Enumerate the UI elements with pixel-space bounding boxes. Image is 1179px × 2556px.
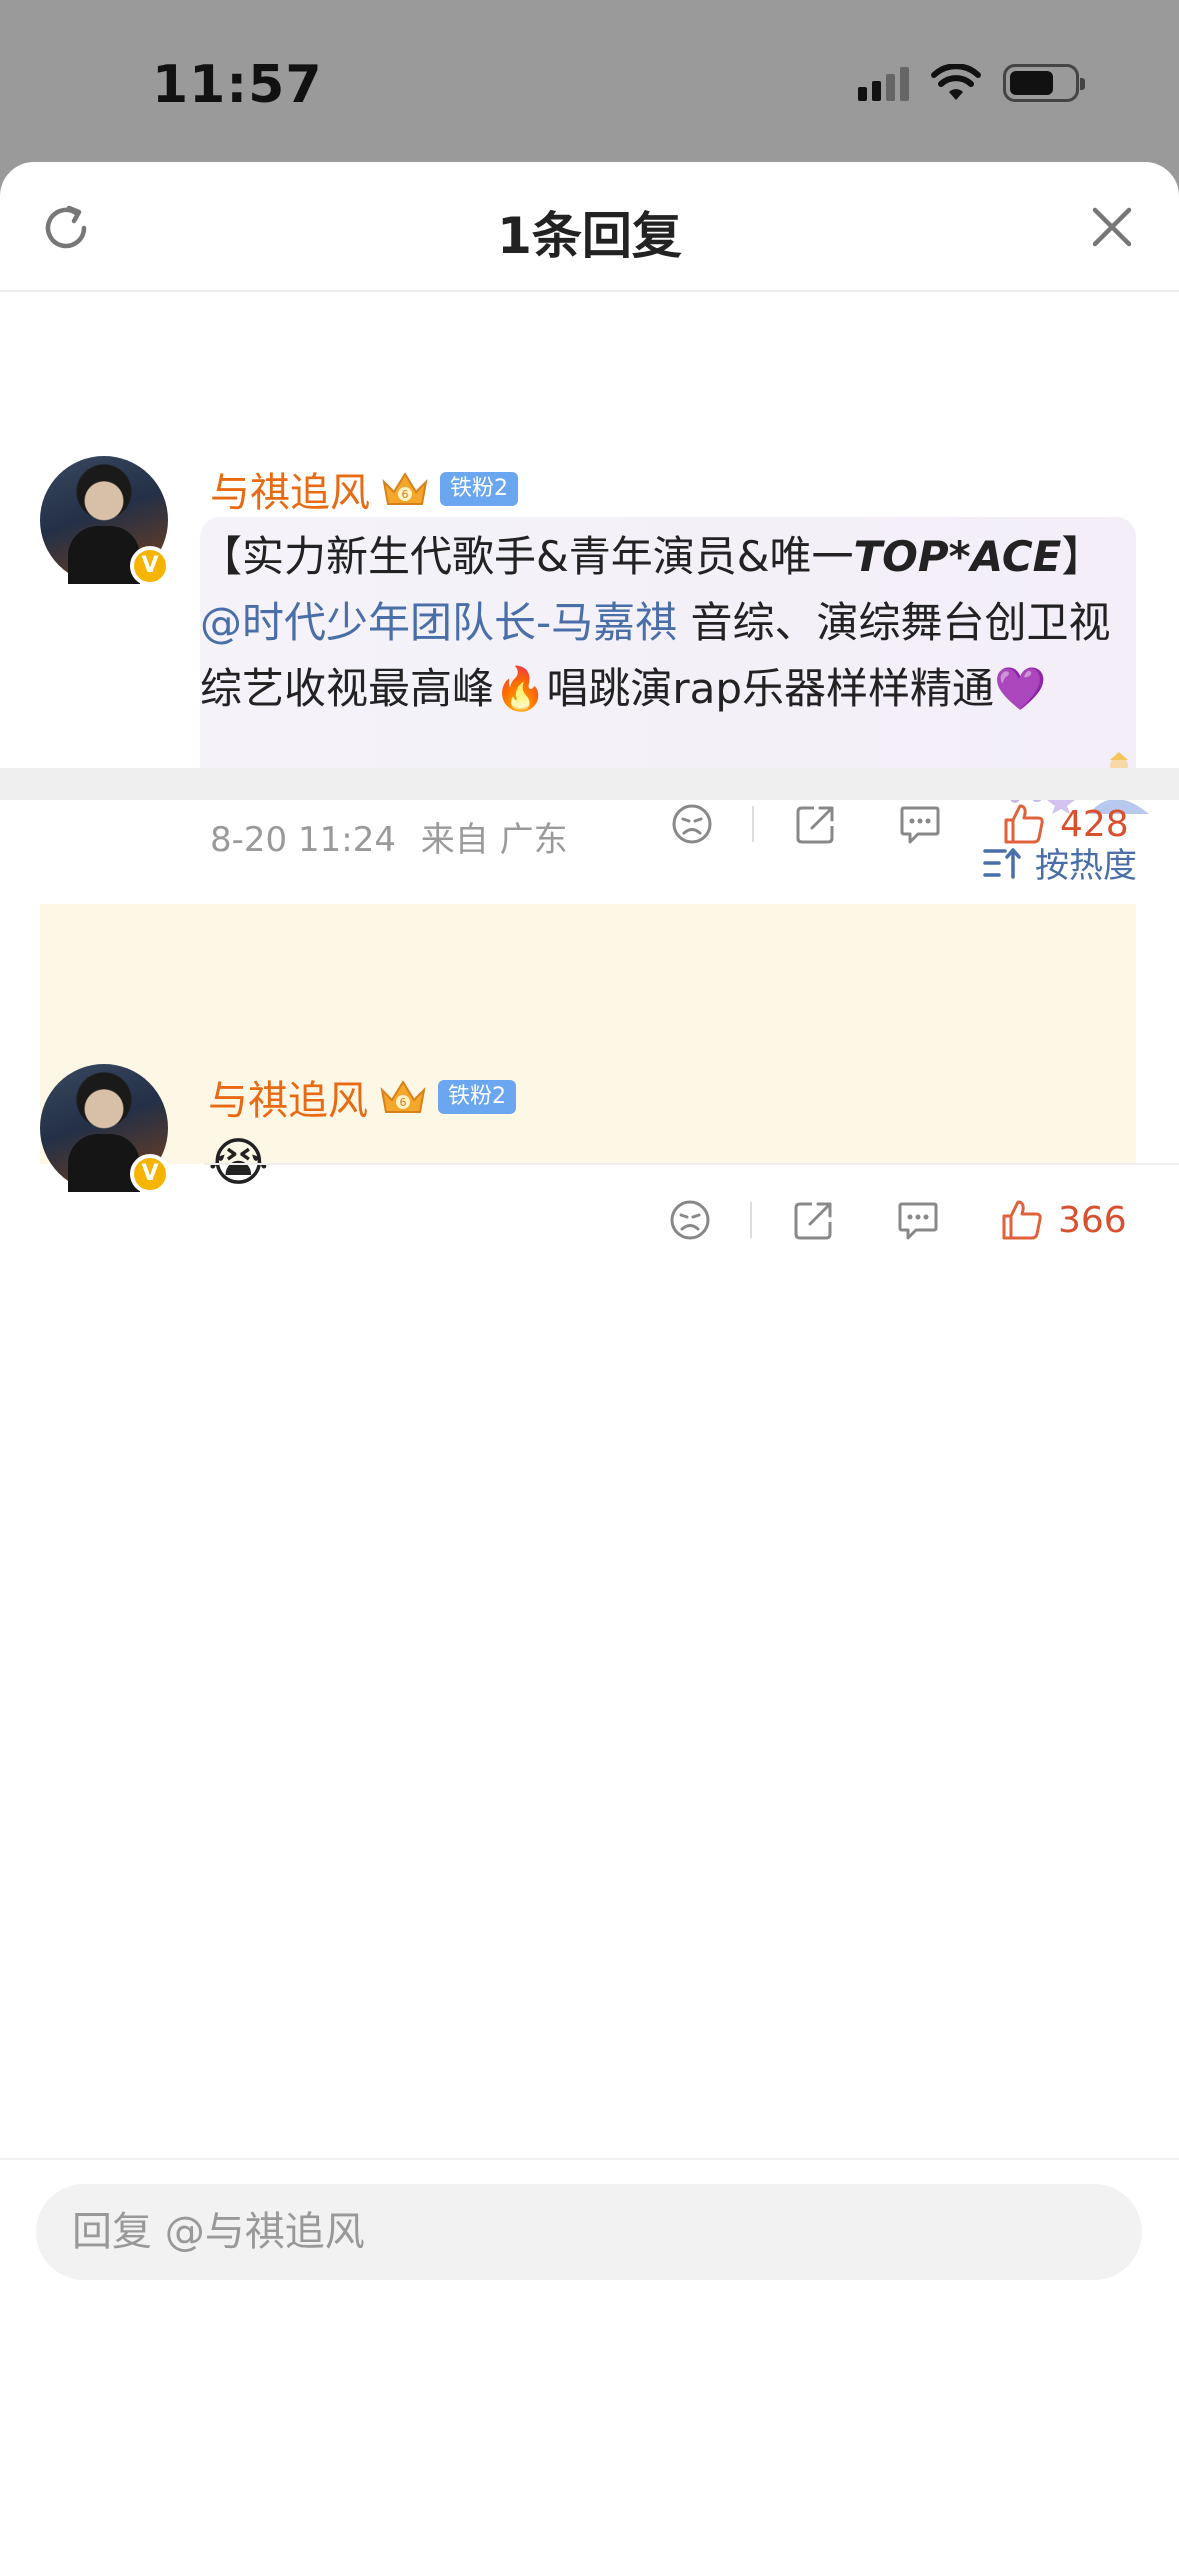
status-time: 11:57	[152, 55, 323, 115]
cellular-signal-icon	[858, 65, 909, 101]
crown-icon: 6	[382, 472, 428, 505]
reply-sheet: 1条回复 V 与祺追风 6 铁粉2 【实力新生代歌手&青年演员&唯一TOP*AC…	[0, 162, 1179, 2556]
sort-by-hot-button[interactable]: 按热度	[983, 838, 1137, 887]
dislike-face-icon[interactable]	[668, 1198, 712, 1242]
comment-meta: 8-20 11:24 来自 广东	[210, 812, 568, 861]
section-divider	[0, 768, 1179, 800]
reply-item	[40, 904, 1136, 1164]
purple-heart-emoji: 💜	[993, 664, 1047, 713]
close-icon[interactable]	[1087, 202, 1137, 252]
username-row: 与祺追风 6 铁粉2	[208, 1068, 516, 1126]
thumbs-up-icon[interactable]	[1000, 1198, 1044, 1242]
sort-icon	[983, 847, 1021, 879]
comment-icon[interactable]	[898, 802, 942, 846]
svg-text:6: 6	[400, 1096, 407, 1109]
fan-badge: 铁粉2	[440, 472, 518, 506]
fire-emoji: 🔥	[494, 664, 547, 713]
battery-icon	[1003, 64, 1085, 102]
verified-badge: V	[130, 1154, 170, 1194]
svg-text:6: 6	[402, 488, 409, 501]
username[interactable]: 与祺追风	[210, 460, 370, 518]
crown-icon: 6	[380, 1080, 426, 1113]
username[interactable]: 与祺追风	[208, 1068, 368, 1126]
sheet-header: 1条回复	[0, 162, 1179, 292]
status-icons	[858, 64, 1085, 102]
source: 来自 广东	[420, 820, 568, 860]
sheet-title: 1条回复	[497, 207, 682, 265]
timestamp: 8-20 11:24	[210, 820, 396, 860]
comment-icon[interactable]	[896, 1198, 940, 1242]
divider	[750, 1202, 752, 1238]
share-icon[interactable]	[794, 802, 838, 846]
status-bar: 11:57	[0, 0, 1179, 160]
divider	[752, 806, 754, 842]
divider	[204, 1163, 1179, 1165]
share-icon[interactable]	[792, 1198, 836, 1242]
username-row: 与祺追风 6 铁粉2	[210, 460, 518, 518]
sort-label: 按热度	[1035, 846, 1137, 886]
reply-actions: 366	[668, 1198, 1127, 1242]
comment-text: 【实力新生代歌手&青年演员&唯一TOP*ACE】 @时代少年团队长-马嘉祺 音综…	[200, 532, 1111, 713]
wifi-icon	[931, 64, 981, 100]
avatar[interactable]: V	[40, 1064, 170, 1194]
dislike-face-icon[interactable]	[670, 802, 714, 846]
reply-input-area: 回复 @与祺追风	[0, 2158, 1179, 2394]
fan-badge: 铁粉2	[438, 1080, 516, 1114]
avatar[interactable]: V	[40, 456, 170, 586]
verified-badge: V	[130, 546, 170, 586]
like-count: 366	[1058, 1199, 1127, 1241]
reply-input[interactable]: 回复 @与祺追风	[36, 2184, 1142, 2280]
mention-link[interactable]: @时代少年团队长-马嘉祺	[200, 598, 677, 647]
